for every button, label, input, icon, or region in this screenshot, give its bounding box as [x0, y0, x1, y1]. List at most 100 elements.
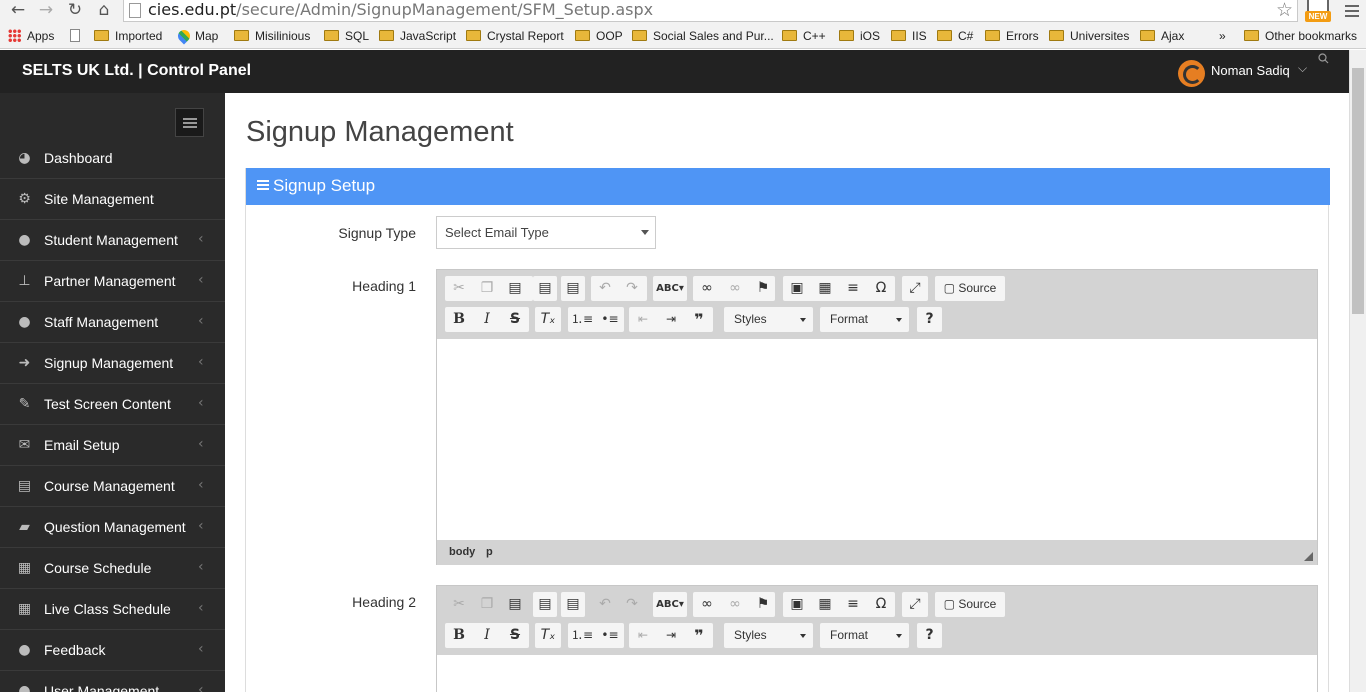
strike-icon[interactable]: S [503, 307, 527, 332]
page-scrollbar[interactable] [1349, 50, 1366, 692]
special-char-icon[interactable]: Ω [869, 276, 893, 301]
heading2-edit-area[interactable] [437, 655, 1317, 692]
sidebar-item-feedback[interactable]: ● Feedback ‹ [0, 630, 225, 671]
undo-icon[interactable]: ↶ [593, 276, 617, 301]
indent-icon[interactable]: ⇥ [659, 307, 683, 332]
format-dropdown[interactable]: Format [820, 307, 909, 332]
sidebar-item-email-setup[interactable]: ✉ Email Setup ‹ [0, 425, 225, 466]
new-extension-icon[interactable]: NEW [1303, 0, 1333, 23]
redo-icon[interactable]: ↷ [620, 276, 644, 301]
maximize-icon[interactable]: ⤢ [902, 592, 928, 617]
bookmark-map[interactable]: Map [175, 27, 218, 45]
bookmark-cpp[interactable]: C++ [782, 27, 826, 45]
paste-text-icon[interactable]: ▤ [533, 592, 557, 617]
numbered-list-icon[interactable]: ⒈≡ [570, 623, 594, 648]
copy-icon[interactable]: ❐ [477, 276, 497, 301]
italic-icon[interactable]: I [475, 623, 499, 648]
blockquote-icon[interactable]: ❞ [687, 307, 711, 332]
sidebar-item-staff-management[interactable]: ● Staff Management ‹ [0, 302, 225, 343]
bulleted-list-icon[interactable]: •≡ [598, 307, 622, 332]
undo-icon[interactable]: ↶ [593, 592, 617, 617]
paste-text-icon[interactable]: ▤ [533, 276, 557, 301]
path-body[interactable]: body [449, 540, 475, 565]
anchor-flag-icon[interactable]: ⚑ [751, 276, 775, 301]
bookmark-ios[interactable]: iOS [839, 27, 880, 45]
horizontal-line-icon[interactable]: ≡ [841, 592, 865, 617]
cut-icon[interactable]: ✂ [449, 276, 469, 301]
paste-word-icon[interactable]: ▤ [561, 276, 585, 301]
scrollbar-thumb[interactable] [1352, 68, 1364, 314]
bookmark-javascript[interactable]: JavaScript [379, 27, 456, 45]
back-icon[interactable]: ← [8, 1, 28, 19]
bulleted-list-icon[interactable]: •≡ [598, 623, 622, 648]
numbered-list-icon[interactable]: ⒈≡ [570, 307, 594, 332]
bookmark-star-icon[interactable]: ☆ [1276, 0, 1293, 20]
table-icon[interactable]: ▦ [813, 592, 837, 617]
remove-format-icon[interactable]: Tₓ [535, 307, 561, 332]
paste-icon[interactable]: ▤ [505, 276, 525, 301]
sidebar-item-course-schedule[interactable]: ▦ Course Schedule ‹ [0, 548, 225, 589]
paste-word-icon[interactable]: ▤ [561, 592, 585, 617]
heading1-edit-area[interactable] [437, 339, 1317, 540]
cut-icon[interactable]: ✂ [449, 592, 469, 617]
resize-grip-icon[interactable] [1304, 552, 1313, 561]
link-icon[interactable]: ∞ [695, 592, 719, 617]
anchor-flag-icon[interactable]: ⚑ [751, 592, 775, 617]
sidebar-item-user-management[interactable]: ● User Management ‹ [0, 671, 225, 692]
sidebar-item-site-management[interactable]: ⚙ Site Management [0, 179, 225, 220]
bookmark-sql[interactable]: SQL [324, 27, 369, 45]
redo-icon[interactable]: ↷ [620, 592, 644, 617]
url-input[interactable]: cies.edu.pt/secure/Admin/SignupManagemen… [123, 0, 1298, 22]
signup-type-select[interactable]: Select Email Type [436, 216, 656, 249]
bold-icon[interactable]: B [447, 623, 471, 648]
unlink-icon[interactable]: ∞ [723, 592, 747, 617]
unlink-icon[interactable]: ∞ [723, 276, 747, 301]
outdent-icon[interactable]: ⇤ [631, 623, 655, 648]
sidebar-toggle-button[interactable] [175, 108, 204, 137]
help-icon[interactable]: ? [917, 307, 942, 332]
horizontal-line-icon[interactable]: ≡ [841, 276, 865, 301]
bookmark-oop[interactable]: OOP [575, 27, 623, 45]
outdent-icon[interactable]: ⇤ [631, 307, 655, 332]
home-icon[interactable]: ⌂ [94, 1, 114, 19]
browser-menu-icon[interactable] [1342, 2, 1362, 20]
styles-dropdown[interactable]: Styles [724, 623, 813, 648]
bookmark-errors[interactable]: Errors [985, 27, 1039, 45]
spellcheck-icon[interactable]: ABC▾ [653, 592, 687, 617]
search-icon[interactable] [1318, 53, 1329, 64]
sidebar-item-partner-management[interactable]: ⊥ Partner Management ‹ [0, 261, 225, 302]
image-icon[interactable]: ▣ [785, 592, 809, 617]
reload-icon[interactable]: ↻ [65, 1, 85, 19]
styles-dropdown[interactable]: Styles [724, 307, 813, 332]
brand-title[interactable]: SELTS UK Ltd. | Control Panel [22, 62, 251, 80]
bookmark-ajax[interactable]: Ajax [1140, 27, 1184, 45]
maximize-icon[interactable]: ⤢ [902, 276, 928, 301]
strike-icon[interactable]: S [503, 623, 527, 648]
bookmark-universites[interactable]: Universites [1049, 27, 1129, 45]
help-icon[interactable]: ? [917, 623, 942, 648]
bookmark-csharp[interactable]: C# [937, 27, 973, 45]
copy-icon[interactable]: ❐ [477, 592, 497, 617]
blockquote-icon[interactable]: ❞ [687, 623, 711, 648]
italic-icon[interactable]: I [475, 307, 499, 332]
sidebar-item-test-screen-content[interactable]: ✎ Test Screen Content ‹ [0, 384, 225, 425]
sidebar-item-signup-management[interactable]: ➜ Signup Management ‹ [0, 343, 225, 384]
sidebar-item-course-management[interactable]: ▤ Course Management ‹ [0, 466, 225, 507]
path-p[interactable]: p [486, 540, 493, 565]
remove-format-icon[interactable]: Tₓ [535, 623, 561, 648]
special-char-icon[interactable]: Ω [869, 592, 893, 617]
source-button[interactable]: ▢ Source [935, 592, 1005, 617]
bookmark-misilinious[interactable]: Misilinious [234, 27, 310, 45]
forward-icon[interactable]: → [36, 1, 56, 19]
image-icon[interactable]: ▣ [785, 276, 809, 301]
bookmark-iis[interactable]: IIS [891, 27, 927, 45]
sidebar-item-question-management[interactable]: ▰ Question Management ‹ [0, 507, 225, 548]
format-dropdown[interactable]: Format [820, 623, 909, 648]
bookmark-crystal-report[interactable]: Crystal Report [466, 27, 564, 45]
table-icon[interactable]: ▦ [813, 276, 837, 301]
bold-icon[interactable]: B [447, 307, 471, 332]
bookmark-other[interactable]: Other bookmarks [1244, 27, 1357, 45]
sidebar-item-student-management[interactable]: ● Student Management ‹ [0, 220, 225, 261]
indent-icon[interactable]: ⇥ [659, 623, 683, 648]
sidebar-item-dashboard[interactable]: ◕ Dashboard [0, 138, 225, 179]
